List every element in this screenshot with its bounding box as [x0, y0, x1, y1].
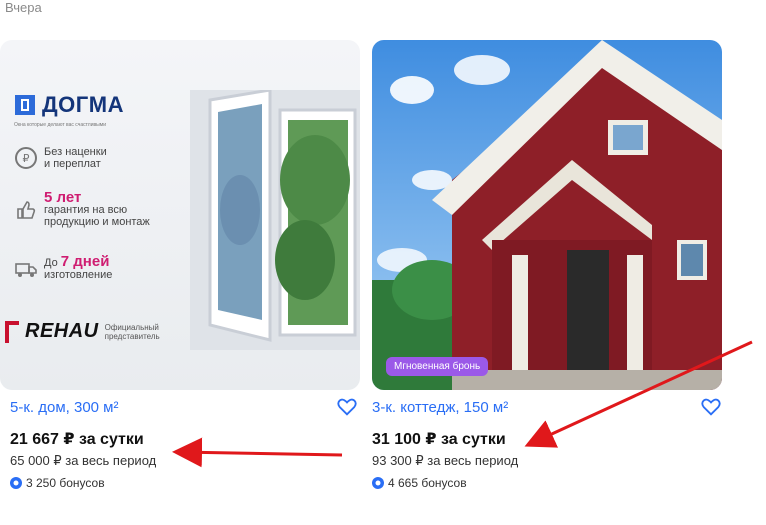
ad-logo-text: ДОГМА: [42, 92, 124, 117]
listing-title[interactable]: 5-к. дом, 300 м²: [10, 399, 118, 416]
listing-price: 21 667 ₽ за сутки: [10, 431, 144, 448]
rehau-mark-icon: [5, 320, 19, 343]
listing-title[interactable]: 3-к. коттедж, 150 м²: [372, 399, 508, 416]
ad-feature-prefix: До: [44, 257, 58, 269]
listing-bonus-text: 3 250 бонусов: [26, 476, 105, 490]
date-label: Вчера: [5, 0, 42, 15]
svg-text:₽: ₽: [23, 152, 30, 165]
ad-feature-strong: 5 лет: [44, 189, 82, 206]
ruble-icon: ₽: [15, 147, 37, 169]
listing-price: 31 100 ₽ за сутки: [372, 431, 506, 448]
bonus-icon: [372, 477, 384, 489]
cottage-photo: [372, 40, 722, 390]
ad-feature-line: продукцию и монтаж: [44, 216, 150, 228]
listing-card[interactable]: ДОГМА Окна которые делают вас счастливым…: [0, 40, 360, 510]
heart-icon[interactable]: [336, 396, 358, 418]
ad-feature-line: Без наценки: [44, 146, 107, 158]
listing-period-price: 65 000 ₽ за весь период: [10, 453, 157, 468]
ad-feature: 5 лет гарантия на всю продукцию и монтаж: [14, 189, 150, 228]
bonus-icon: [10, 477, 22, 489]
listing-card[interactable]: Мгновенная бронь 3-к. коттедж, 150 м² 31…: [372, 40, 722, 510]
ad-feature: ₽ Без наценки и переплат: [14, 146, 107, 170]
listing-bonus: 4 665 бонусов: [372, 476, 467, 490]
ad-brand: REHAU Официальный представитель: [5, 320, 160, 343]
listing-photo[interactable]: ДОГМА Окна которые делают вас счастливым…: [0, 40, 360, 390]
ad-brand-sub: Официальный: [104, 322, 159, 332]
listing-period-price: 93 300 ₽ за весь период: [372, 453, 519, 468]
ad-feature: До 7 дней изготовление: [14, 253, 113, 281]
listing-bonus-text: 4 665 бонусов: [388, 476, 467, 490]
listing-bonus: 3 250 бонусов: [10, 476, 105, 490]
thumbs-up-icon: [17, 201, 36, 219]
heart-icon[interactable]: [700, 396, 722, 418]
listing-photo[interactable]: Мгновенная бронь: [372, 40, 722, 390]
truck-icon: [15, 262, 37, 277]
ad-logo: ДОГМА: [14, 92, 124, 118]
ad-brand-name: REHAU: [25, 320, 99, 342]
ad-feature-line: гарантия на всю: [44, 204, 128, 216]
dogma-logo-icon: [15, 95, 35, 115]
ad-feature-strong: 7 дней: [60, 253, 110, 270]
ad-feature-line: изготовление: [44, 269, 113, 281]
ad-brand-sub: представитель: [104, 331, 160, 341]
ad-tagline: Окна которые делают вас счастливыми: [14, 122, 107, 128]
window-illustration: [190, 90, 360, 350]
ad-feature-line: и переплат: [44, 158, 101, 170]
instant-booking-badge: Мгновенная бронь: [386, 357, 489, 376]
